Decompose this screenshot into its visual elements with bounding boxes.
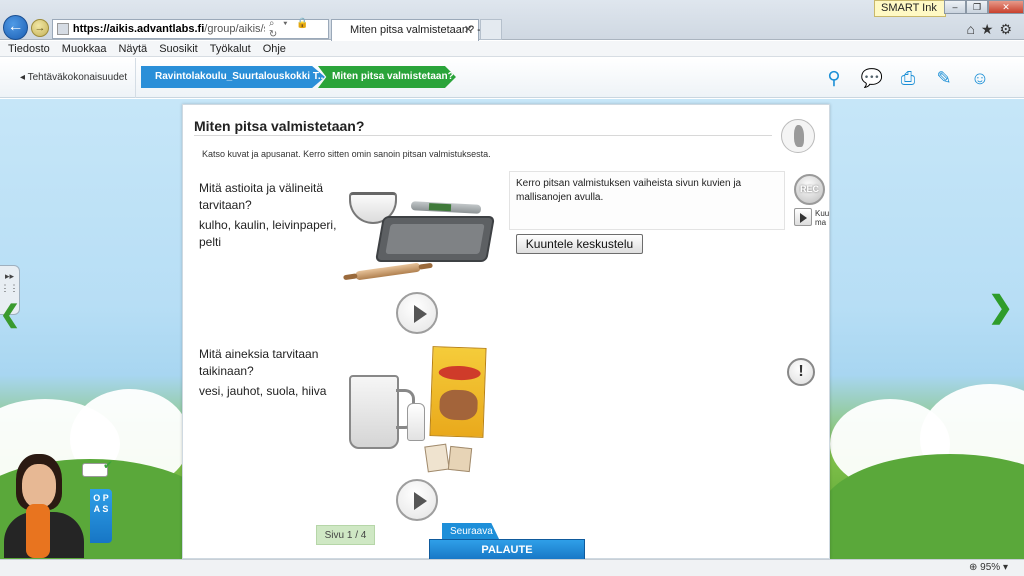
salt-shaker-illustration (407, 403, 425, 441)
breadcrumb-current-page[interactable]: Miten pitsa valmistetaan? (318, 66, 456, 88)
browser-tab-active[interactable]: Miten pitsa valmistetaan? - ... ✕ (331, 19, 493, 41)
user-profile-icon[interactable]: ☺ (968, 67, 992, 89)
question-1: Mitä astioita ja välineitä tarvitaan? (199, 181, 324, 212)
menu-item-tools[interactable]: Työkalut (210, 43, 251, 55)
minimize-icon[interactable]: – (944, 0, 966, 14)
menu-bar: Tiedosto Muokkaa Näytä Suosikit Työkalut… (0, 41, 1024, 57)
page-icon (57, 23, 69, 35)
task-description-box: Kerro pitsan valmistuksen vaiheista sivu… (509, 171, 785, 230)
page-title: Miten pitsa valmistetaan? (194, 118, 365, 134)
header-divider (135, 58, 136, 98)
guide-avatar[interactable] (0, 452, 90, 558)
menu-item-help[interactable]: Ohje (263, 43, 286, 55)
page-indicator: Sivu 1 / 4 (316, 525, 375, 545)
smart-ink-badge[interactable]: SMART Ink (874, 0, 946, 17)
answer-hint-1: kulho, kaulin, leivinpaperi, pelti (199, 218, 337, 249)
menu-item-file[interactable]: Tiedosto (8, 43, 50, 55)
status-bar: ⊕ 95% ▾ (0, 559, 1024, 576)
breadcrumb-course[interactable]: Ravintolakoulu_Suurtalouskokki T... (141, 66, 325, 88)
play-audio-button-2[interactable] (396, 479, 438, 521)
previous-page-arrow-icon[interactable]: ❮ (0, 300, 20, 329)
yeast-package-illustration (447, 445, 473, 473)
browser-toolbar-icons[interactable]: ⌂★⚙ (966, 21, 1018, 38)
finland-map-icon[interactable] (781, 119, 815, 153)
address-icons[interactable]: ⌕ ▾ 🔒 ↻ (269, 18, 328, 40)
listen-conversation-button[interactable]: Kuuntele keskustelu (516, 234, 643, 254)
avatar-scarf (26, 504, 50, 558)
recording-label: Kuu ma (815, 209, 829, 227)
maximize-icon[interactable]: ❐ (966, 0, 988, 14)
baking-paper-roll-illustration (410, 201, 482, 214)
chat-bubble-icon[interactable]: 💬 (860, 67, 884, 89)
address-bar[interactable]: https://aikis.advantlabs.fi/group/aikis/… (52, 18, 329, 40)
menu-item-edit[interactable]: Muokkaa (62, 43, 107, 55)
play-recording-button[interactable] (794, 208, 812, 226)
browser-titlebar: ← → https://aikis.advantlabs.fi/group/ai… (0, 0, 1024, 41)
measuring-jug-illustration (349, 375, 415, 449)
back-to-tasks-link[interactable]: ◂ Tehtäväkokonaisuudet (20, 72, 127, 83)
avatar-face (22, 464, 56, 508)
guide-tab[interactable]: O P A S (90, 489, 112, 543)
exercise-panel: Miten pitsa valmistetaan? Katso kuvat ja… (182, 104, 830, 561)
rolling-pin-illustration (354, 262, 422, 281)
yeast-package-illustration (424, 443, 450, 473)
flour-bag-illustration (429, 346, 487, 438)
zoom-level[interactable]: ⊕ 95% ▾ (969, 562, 1008, 573)
question-2: Mitä aineksia tarvitaan taikinaan? (199, 347, 319, 378)
url-text: https://aikis.advantlabs.fi/group/aikis/… (72, 23, 265, 35)
back-arrow-icon[interactable]: ← (3, 15, 28, 40)
window-close-icon[interactable]: ✕ (988, 0, 1024, 14)
record-button[interactable]: REC (794, 174, 825, 205)
new-tab-button[interactable] (480, 19, 502, 40)
info-exclamation-icon[interactable]: ! (787, 358, 815, 386)
forward-arrow-icon[interactable]: → (31, 19, 49, 37)
instruction-text: Katso kuvat ja apusanat. Kerro sitten om… (202, 149, 491, 159)
baking-sheet-illustration (374, 216, 496, 262)
search-icon[interactable]: ⚲ (822, 67, 846, 89)
notes-icon[interactable]: ✎ (932, 67, 956, 89)
next-page-arrow-icon[interactable]: ❯ (988, 290, 1013, 325)
title-divider (194, 135, 772, 136)
close-icon[interactable]: ✕ (464, 20, 473, 41)
app-header: ◂ Tehtäväkokonaisuudet Ravintolakoulu_Su… (0, 58, 1024, 98)
guide-chat-icon[interactable] (82, 458, 113, 477)
print-icon[interactable]: ⎙ (896, 67, 920, 89)
answer-hint-2: vesi, jauhot, suola, hiiva (199, 384, 327, 398)
feedback-button[interactable]: PALAUTE (429, 539, 585, 561)
menu-item-view[interactable]: Näytä (118, 43, 147, 55)
play-audio-button[interactable] (396, 292, 438, 334)
menu-item-favorites[interactable]: Suosikit (159, 43, 198, 55)
